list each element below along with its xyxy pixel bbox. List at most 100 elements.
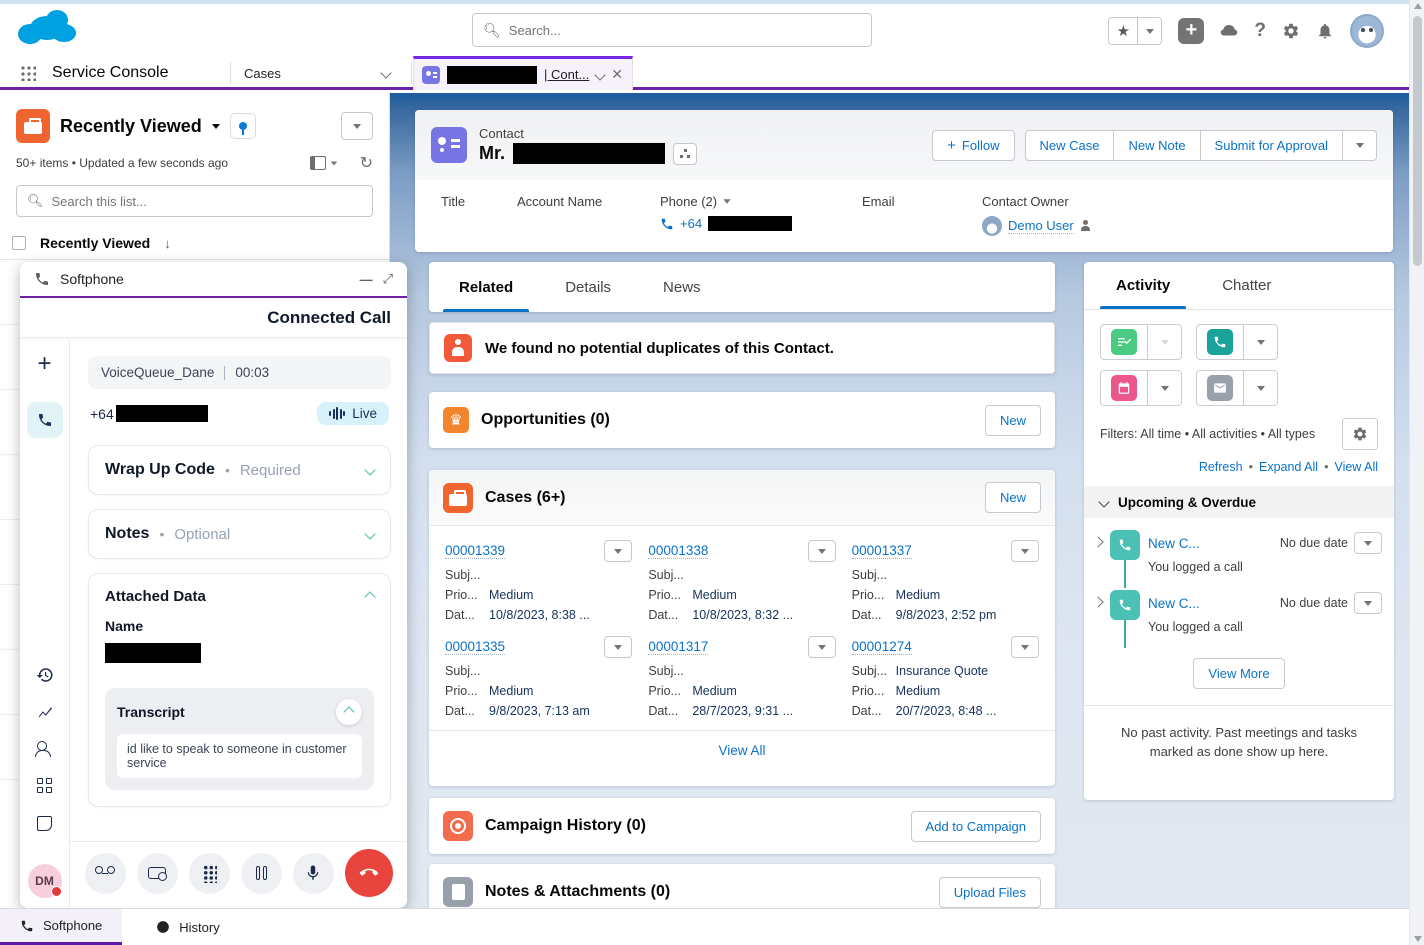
- task-dropdown[interactable]: [1148, 324, 1182, 360]
- star-icon[interactable]: ★: [1109, 18, 1137, 44]
- global-actions-button[interactable]: +: [1178, 18, 1204, 44]
- new-opportunity-button[interactable]: New: [985, 405, 1041, 436]
- tab-related[interactable]: Related: [433, 262, 539, 312]
- phone-dropdown-chevron[interactable]: [723, 199, 730, 204]
- tab-activity[interactable]: Activity: [1090, 262, 1196, 309]
- timeline-item-link[interactable]: New C...: [1148, 536, 1200, 551]
- setup-gear-icon[interactable]: [1282, 22, 1300, 40]
- case-actions-dropdown[interactable]: [604, 540, 632, 562]
- view-more-button[interactable]: View More: [1193, 658, 1284, 689]
- collapse-icon[interactable]: [336, 699, 362, 725]
- scroll-down-arrow[interactable]: [1414, 936, 1422, 942]
- expand-item-chevron[interactable]: [1092, 596, 1103, 607]
- chevron-down-icon[interactable]: [595, 69, 606, 80]
- follow-button[interactable]: +Follow: [932, 130, 1014, 161]
- pin-list-button[interactable]: [230, 113, 256, 139]
- app-launcher-icon[interactable]: [20, 65, 36, 81]
- end-call-button[interactable]: [345, 849, 393, 897]
- display-as-chevron[interactable]: [330, 161, 336, 165]
- add-call-icon[interactable]: +: [37, 352, 51, 376]
- notes-pad-icon[interactable]: [34, 813, 56, 833]
- case-number-link[interactable]: 00001335: [445, 639, 505, 655]
- email-dropdown[interactable]: [1244, 370, 1278, 406]
- expand-item-chevron[interactable]: [1092, 536, 1103, 547]
- log-a-call-button[interactable]: [1196, 324, 1244, 360]
- minimize-icon[interactable]: —: [360, 272, 373, 287]
- case-number-link[interactable]: 00001339: [445, 543, 505, 559]
- case-actions-dropdown[interactable]: [604, 636, 632, 658]
- notes-collapser[interactable]: Notes • Optional: [88, 509, 391, 559]
- timeline-item-dropdown[interactable]: [1354, 532, 1382, 554]
- case-number-link[interactable]: 00001274: [852, 639, 912, 655]
- case-number-link[interactable]: 00001337: [852, 543, 912, 559]
- event-dropdown[interactable]: [1148, 370, 1182, 406]
- phone-value[interactable]: +64: [680, 216, 702, 231]
- dialpad-button[interactable]: [189, 853, 230, 894]
- close-tab-icon[interactable]: ✕: [611, 66, 623, 83]
- global-search[interactable]: 🔍︎: [472, 13, 872, 47]
- refresh-link[interactable]: Refresh: [1199, 460, 1243, 474]
- timeline-item-link[interactable]: New C...: [1148, 596, 1200, 611]
- new-event-button[interactable]: [1100, 370, 1148, 406]
- cases-tab-chevron[interactable]: [382, 56, 390, 90]
- favorites-button[interactable]: ★: [1108, 17, 1162, 45]
- email-button[interactable]: [1196, 370, 1244, 406]
- new-note-button[interactable]: New Note: [1114, 130, 1200, 161]
- case-actions-dropdown[interactable]: [808, 636, 836, 658]
- more-actions-dropdown[interactable]: [1343, 130, 1377, 161]
- select-all-checkbox[interactable]: [12, 236, 26, 250]
- change-owner-icon[interactable]: [1080, 220, 1092, 232]
- add-to-campaign-button[interactable]: Add to Campaign: [911, 811, 1041, 842]
- activity-filters-gear-button[interactable]: [1342, 418, 1378, 450]
- wrapup-code-collapser[interactable]: Wrap Up Code • Required: [88, 445, 391, 495]
- mute-microphone-button[interactable]: [293, 853, 334, 894]
- campaign-history-title[interactable]: Campaign History (0): [485, 817, 646, 835]
- list-search[interactable]: 🔍︎: [16, 185, 373, 217]
- display-as-icon[interactable]: [310, 156, 326, 170]
- tab-cases[interactable]: Cases: [244, 56, 394, 90]
- tab-details[interactable]: Details: [539, 262, 637, 312]
- new-case-button[interactable]: New: [985, 482, 1041, 513]
- help-icon[interactable]: ?: [1254, 20, 1266, 42]
- list-view-selector-chevron[interactable]: [212, 124, 220, 129]
- new-case-button[interactable]: New Case: [1025, 130, 1115, 161]
- case-number-link[interactable]: 00001338: [648, 543, 708, 559]
- upcoming-overdue-header[interactable]: Upcoming & Overdue: [1084, 486, 1394, 518]
- cases-title[interactable]: Cases (6+): [485, 489, 566, 507]
- tab-news[interactable]: News: [637, 262, 727, 312]
- list-actions-dropdown[interactable]: [341, 112, 373, 140]
- list-search-input[interactable]: [52, 194, 362, 209]
- record-call-button[interactable]: [137, 853, 178, 894]
- view-all-link[interactable]: View All: [1334, 460, 1378, 474]
- apps-grid-icon[interactable]: [34, 776, 56, 796]
- global-search-input[interactable]: [509, 23, 861, 38]
- tab-chatter[interactable]: Chatter: [1196, 262, 1297, 309]
- transfer-call-button[interactable]: [85, 853, 126, 894]
- case-actions-dropdown[interactable]: [1011, 540, 1039, 562]
- refresh-icon[interactable]: ↻: [360, 153, 373, 173]
- hold-call-button[interactable]: [241, 853, 282, 894]
- utility-history-tab[interactable]: History: [136, 909, 239, 945]
- trailhead-icon[interactable]: [1220, 22, 1238, 40]
- column-header[interactable]: Recently Viewed: [40, 235, 150, 251]
- call-history-icon[interactable]: [34, 665, 56, 685]
- case-actions-dropdown[interactable]: [808, 540, 836, 562]
- agent-avatar[interactable]: DM: [28, 864, 62, 898]
- scroll-up-arrow[interactable]: [1414, 3, 1422, 9]
- view-all-cases-link[interactable]: View All: [718, 743, 765, 758]
- case-subject-link[interactable]: Insurance Quote: [896, 664, 988, 678]
- window-scrollbar[interactable]: [1409, 0, 1424, 945]
- user-avatar[interactable]: [1350, 14, 1384, 48]
- scrollbar-thumb[interactable]: [1413, 16, 1422, 266]
- expand-all-link[interactable]: Expand All: [1259, 460, 1318, 474]
- salesforce-logo[interactable]: [16, 6, 76, 50]
- case-number-link[interactable]: 00001317: [648, 639, 708, 655]
- view-hierarchy-button[interactable]: [673, 143, 697, 165]
- stats-icon[interactable]: [34, 702, 56, 722]
- active-call-tab-icon[interactable]: [27, 402, 63, 438]
- upload-files-button[interactable]: Upload Files: [939, 877, 1041, 908]
- new-task-button[interactable]: [1100, 324, 1148, 360]
- favorites-dropdown[interactable]: [1137, 18, 1161, 44]
- case-actions-dropdown[interactable]: [1011, 636, 1039, 658]
- agents-icon[interactable]: [34, 739, 56, 759]
